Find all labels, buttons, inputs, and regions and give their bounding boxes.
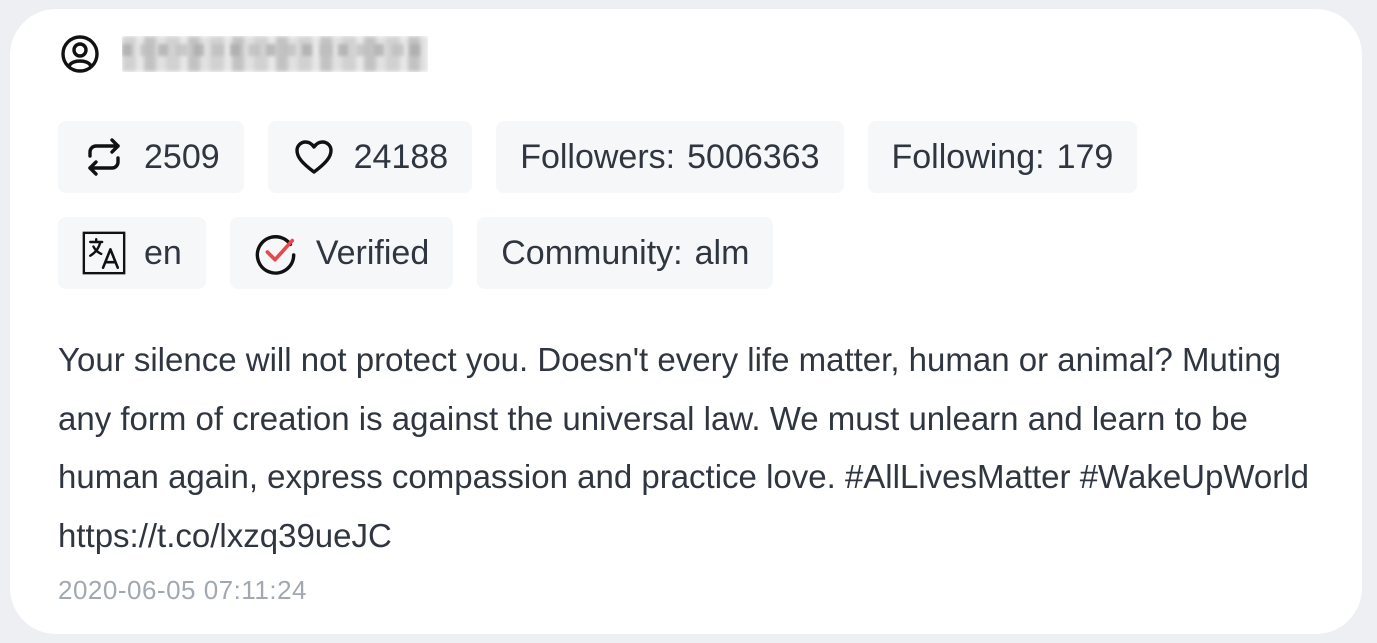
- following-label: Following:: [891, 137, 1045, 176]
- like-count: 24188: [353, 137, 449, 176]
- followers-label: Followers:: [520, 137, 676, 176]
- community-label: Community:: [501, 233, 683, 272]
- retweet-count: 2509: [144, 137, 220, 176]
- user-header: [60, 33, 428, 75]
- verified-check-icon: [254, 231, 298, 275]
- tweet-timestamp: 2020-06-05 07:11:24: [58, 575, 307, 605]
- user-name-redacted[interactable]: [122, 36, 428, 72]
- tweet-text: Your silence will not protect you. Doesn…: [58, 341, 1309, 554]
- following-count: 179: [1056, 137, 1114, 176]
- community-value: alm: [694, 233, 750, 272]
- stats-row: 2509 24188 Followers: 5006363 Following:…: [58, 121, 1138, 193]
- retweet-count-chip: 2509: [58, 121, 244, 193]
- heart-icon: [292, 135, 336, 179]
- language-value: en: [144, 233, 182, 272]
- translate-icon: [82, 231, 126, 275]
- tweet-card: 2509 24188 Followers: 5006363 Following:…: [10, 9, 1362, 634]
- verified-chip: Verified: [229, 217, 454, 289]
- followers-chip: Followers: 5006363: [496, 121, 844, 193]
- followers-count: 5006363: [687, 137, 820, 176]
- redaction-blur-detail: [122, 44, 428, 56]
- retweet-icon: [82, 135, 126, 179]
- following-chip: Following: 179: [867, 121, 1138, 193]
- language-chip: en: [58, 217, 206, 289]
- like-count-chip: 24188: [267, 121, 473, 193]
- meta-row: en Verified Community: alm: [58, 217, 774, 289]
- verified-label: Verified: [315, 233, 430, 272]
- user-circle-icon[interactable]: [60, 34, 100, 74]
- community-chip: Community: alm: [477, 217, 774, 289]
